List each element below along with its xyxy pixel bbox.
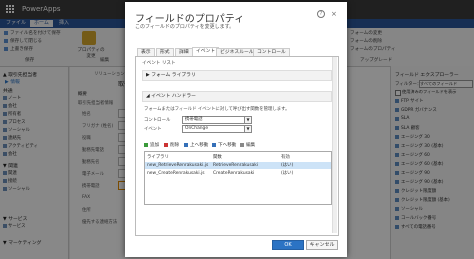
row-function: RetrieveRenrakusaki — [213, 163, 259, 168]
col-library: ライブラリ — [147, 155, 169, 160]
control-value: 携帯電話 — [185, 117, 203, 122]
field-properties-dialog: フィールドのプロパティ このフィールドのプロパティを変更します。 ? × 表示 … — [125, 2, 347, 257]
arrow-up-icon — [184, 143, 188, 147]
help-icon[interactable]: ? — [317, 10, 325, 18]
edit-button[interactable]: 編集 — [246, 142, 255, 148]
dialog-subtitle: このフィールドのプロパティを変更します。 — [135, 24, 235, 30]
events-panel: イベント リスト ▶ フォーム ライブラリ ◢ イベント ハンドラー フォームま… — [135, 56, 339, 236]
control-label: コントロール — [144, 118, 171, 123]
event-list-label: イベント リスト — [142, 61, 176, 66]
edit-icon — [240, 143, 244, 147]
handler-description: フォームまたはフィールド イベントに対して呼び出す関数を管理します。 — [144, 107, 290, 112]
move-up-button[interactable]: 上へ移動 — [190, 142, 208, 148]
add-icon — [144, 143, 148, 147]
event-value: OnChange — [185, 126, 209, 131]
event-label: イベント — [144, 127, 162, 132]
table-row[interactable]: new_CreateRenrakusaki.js CreateRenrakusa… — [145, 170, 331, 177]
move-down-button[interactable]: 下へ移動 — [218, 142, 236, 148]
delete-icon — [164, 143, 168, 147]
row-function: CreateRenrakusaki — [213, 171, 255, 176]
row-library: new_CreateRenrakusaki.js — [147, 171, 205, 176]
form-library-section[interactable]: ▶ フォーム ライブラリ — [142, 70, 332, 81]
col-function: 関数 — [213, 155, 222, 160]
chevron-down-icon: ▼ — [244, 126, 251, 132]
row-library: new_RetrieveRenrakusaki.js — [147, 163, 209, 168]
event-handler-label: ◢ イベント ハンドラー — [146, 94, 196, 99]
event-handler-section[interactable]: ◢ イベント ハンドラー — [142, 91, 332, 102]
col-enabled: 有効 — [281, 155, 290, 160]
ok-button[interactable]: OK — [272, 240, 304, 250]
close-icon[interactable]: × — [331, 10, 337, 18]
delete-button[interactable]: 削除 — [170, 142, 179, 148]
row-enabled: (はい) — [281, 171, 294, 176]
panel-scrollbar[interactable] — [332, 57, 337, 233]
table-row[interactable]: new_RetrieveRenrakusaki.js RetrieveRenra… — [145, 162, 331, 169]
chevron-down-icon: ▼ — [244, 117, 251, 123]
cancel-button[interactable]: キャンセル — [306, 240, 338, 250]
handler-table: ライブラリ 関数 有効 new_RetrieveRenrakusaki.js R… — [144, 151, 332, 205]
arrow-down-icon — [212, 143, 216, 147]
form-library-label: ▶ フォーム ライブラリ — [146, 73, 196, 78]
row-enabled: (はい) — [281, 163, 294, 168]
event-select[interactable]: OnChange ▼ — [182, 125, 252, 133]
add-button[interactable]: 追加 — [150, 142, 159, 148]
control-select[interactable]: 携帯電話 ▼ — [182, 116, 252, 124]
